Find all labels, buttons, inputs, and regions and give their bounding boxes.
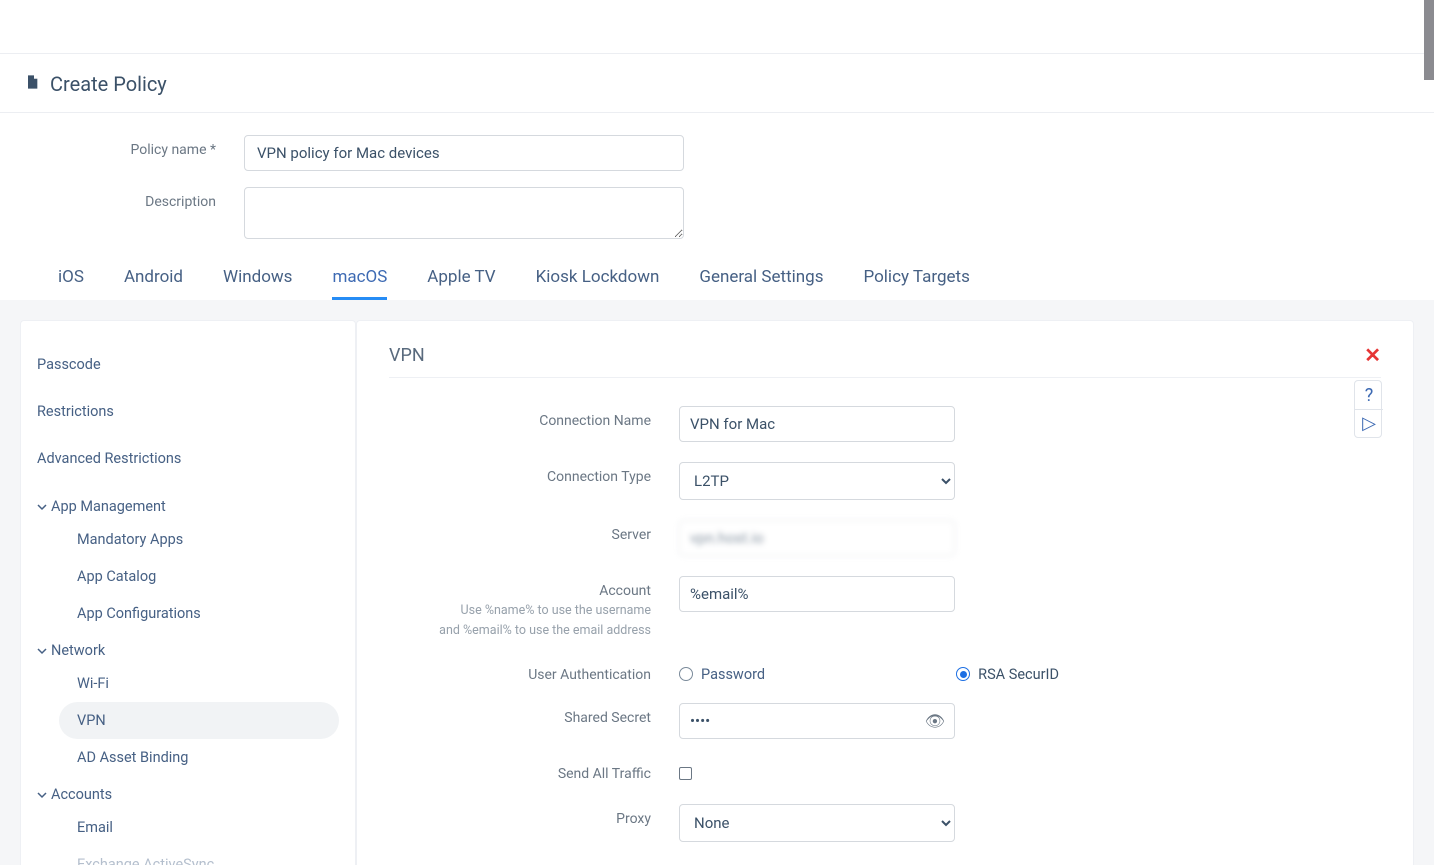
sidebar-group-label: Network	[51, 642, 105, 659]
send-all-checkbox[interactable]	[679, 767, 692, 780]
scrollbar[interactable]	[1424, 0, 1434, 80]
panel-title: VPN	[389, 345, 425, 366]
tab-windows[interactable]: Windows	[223, 267, 292, 300]
sidebar-item-vpn[interactable]: VPN	[59, 702, 339, 739]
document-icon	[24, 72, 40, 96]
connection-name-input[interactable]	[679, 406, 955, 442]
auth-rsa-label: RSA SecurID	[978, 666, 1059, 683]
policy-name-input[interactable]	[244, 135, 684, 171]
tab-appletv[interactable]: Apple TV	[427, 267, 495, 300]
sidebar-item-app-configs[interactable]: App Configurations	[59, 595, 339, 632]
tab-macos[interactable]: macOS	[332, 267, 387, 300]
page-header: Create Policy	[0, 54, 1434, 113]
tab-ios[interactable]: iOS	[58, 267, 84, 300]
auth-password-radio[interactable]: Password	[679, 666, 948, 683]
sidebar-item-wifi[interactable]: Wi-Fi	[59, 665, 339, 702]
panel-side-actions: ? ▷	[1354, 380, 1382, 438]
platform-tabs: iOS Android Windows macOS Apple TV Kiosk…	[0, 267, 1434, 300]
account-hint-1: Use %name% to use the username	[389, 603, 651, 619]
account-hint-2: and %email% to use the email address	[389, 623, 651, 639]
shared-secret-label: Shared Secret	[389, 703, 679, 726]
proxy-select[interactable]: None	[679, 804, 955, 842]
sidebar-group-label: App Management	[51, 498, 166, 515]
sidebar-group-network[interactable]: Network	[37, 632, 339, 665]
description-input[interactable]	[244, 187, 684, 239]
policy-name-label: Policy name *	[0, 135, 244, 158]
sidebar-group-app-mgmt[interactable]: App Management	[37, 488, 339, 521]
sidebar-item-restrictions[interactable]: Restrictions	[37, 394, 339, 429]
account-label: Account Use %name% to use the username a…	[389, 576, 679, 640]
sidebar-item-adv-restrictions[interactable]: Advanced Restrictions	[37, 441, 339, 476]
top-bar	[0, 0, 1434, 54]
sidebar-item-mandatory-apps[interactable]: Mandatory Apps	[59, 521, 339, 558]
settings-sidebar: Passcode Restrictions Advanced Restricti…	[20, 320, 356, 865]
connection-name-label: Connection Name	[389, 406, 679, 429]
sidebar-item-passcode[interactable]: Passcode	[37, 347, 339, 382]
proxy-label: Proxy	[389, 804, 679, 827]
connection-type-label: Connection Type	[389, 462, 679, 485]
sidebar-item-exchange[interactable]: Exchange ActiveSync	[59, 846, 339, 865]
close-icon[interactable]: ✕	[1364, 343, 1381, 367]
eye-icon[interactable]: 👁	[925, 711, 945, 730]
connection-type-select[interactable]: L2TP	[679, 462, 955, 500]
tab-kiosk[interactable]: Kiosk Lockdown	[536, 267, 660, 300]
sidebar-group-accounts[interactable]: Accounts	[37, 776, 339, 809]
chevron-down-icon	[37, 502, 47, 512]
config-panel: VPN ✕ Connection Name Connection Type	[356, 320, 1414, 865]
auth-password-label: Password	[701, 666, 765, 683]
user-auth-label: User Authentication	[389, 660, 679, 683]
tab-targets[interactable]: Policy Targets	[863, 267, 969, 300]
help-icon[interactable]: ?	[1355, 381, 1383, 409]
send-all-label: Send All Traffic	[389, 759, 679, 782]
sidebar-group-label: Accounts	[51, 786, 112, 803]
auth-rsa-radio[interactable]: RSA SecurID	[956, 666, 1059, 683]
shared-secret-input[interactable]	[679, 703, 955, 739]
sidebar-item-email[interactable]: Email	[59, 809, 339, 846]
description-label: Description	[0, 187, 244, 210]
chevron-down-icon	[37, 790, 47, 800]
sidebar-item-ad-asset[interactable]: AD Asset Binding	[59, 739, 339, 776]
account-label-text: Account	[389, 583, 651, 599]
chevron-down-icon	[37, 646, 47, 656]
server-input[interactable]	[679, 520, 955, 556]
tab-android[interactable]: Android	[124, 267, 183, 300]
server-label: Server	[389, 520, 679, 543]
account-input[interactable]	[679, 576, 955, 612]
tab-general[interactable]: General Settings	[699, 267, 823, 300]
play-icon[interactable]: ▷	[1355, 409, 1383, 437]
page-title: Create Policy	[50, 72, 167, 96]
sidebar-item-app-catalog[interactable]: App Catalog	[59, 558, 339, 595]
